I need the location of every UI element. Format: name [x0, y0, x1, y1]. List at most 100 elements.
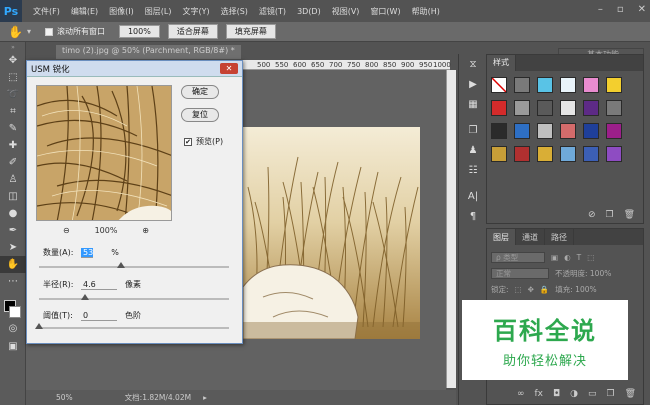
stamp-tool-icon[interactable]: ♙: [0, 171, 26, 188]
pen-tool-icon[interactable]: ✒: [0, 222, 26, 239]
lasso-tool-icon[interactable]: ➰: [0, 86, 26, 103]
menu-layer[interactable]: 图层(L): [145, 6, 172, 17]
style-swatch[interactable]: [583, 123, 599, 139]
reset-button[interactable]: 复位: [181, 108, 219, 122]
link-layers-icon[interactable]: ∞: [517, 389, 525, 399]
layer-mask-icon[interactable]: ◘: [553, 389, 560, 399]
style-swatch[interactable]: [560, 146, 576, 162]
style-swatch[interactable]: [491, 123, 507, 139]
style-swatch[interactable]: [537, 123, 553, 139]
healing-tool-icon[interactable]: ✚: [0, 137, 26, 154]
brush-presets-icon[interactable]: ❐: [459, 120, 487, 140]
style-swatch[interactable]: [583, 77, 599, 93]
fit-screen-button[interactable]: 适合屏幕: [167, 24, 218, 39]
path-select-tool-icon[interactable]: ➤: [0, 239, 26, 256]
document-tab[interactable]: timo (2).jpg @ 50% (Parchment, RGB/8#) *: [56, 45, 241, 59]
clone-source-icon[interactable]: ☷: [459, 160, 487, 180]
menu-3d[interactable]: 3D(D): [297, 7, 321, 16]
delete-layer-icon[interactable]: 🗑: [625, 389, 636, 399]
style-swatch[interactable]: [537, 100, 553, 116]
tab-styles[interactable]: 样式: [487, 55, 516, 71]
status-menu-arrow-icon[interactable]: ▸: [203, 393, 207, 402]
character-icon[interactable]: A|: [459, 186, 487, 206]
fx-icon[interactable]: fx: [535, 389, 544, 399]
eyedropper-tool-icon[interactable]: ✎: [0, 120, 26, 137]
amount-slider[interactable]: [39, 262, 229, 268]
filter-shape-icon[interactable]: ⬚: [587, 253, 594, 262]
tool-preset-chevron-icon[interactable]: ▾: [27, 27, 31, 36]
radius-slider[interactable]: [39, 294, 229, 300]
move-tool-icon[interactable]: ✥: [0, 52, 26, 69]
threshold-input[interactable]: 0: [81, 311, 117, 321]
lock-pixels-icon[interactable]: ⬚: [515, 285, 522, 294]
maximize-icon[interactable]: ▫: [617, 4, 624, 15]
style-swatch[interactable]: [606, 77, 622, 93]
zoom-out-icon[interactable]: ⊖: [63, 226, 70, 235]
menu-help[interactable]: 帮助(H): [412, 6, 440, 17]
style-swatch[interactable]: [560, 77, 576, 93]
hand-tool-icon[interactable]: ✋: [8, 25, 23, 39]
close-icon[interactable]: ✕: [638, 4, 646, 15]
style-swatch[interactable]: [514, 123, 530, 139]
style-swatch[interactable]: [560, 100, 576, 116]
style-swatch[interactable]: [560, 123, 576, 139]
style-swatch[interactable]: [537, 146, 553, 162]
style-swatch[interactable]: [491, 146, 507, 162]
more-tools-icon[interactable]: ⋯: [0, 273, 26, 290]
style-swatch[interactable]: [606, 146, 622, 162]
amount-input[interactable]: 53: [81, 247, 94, 258]
lock-all-icon[interactable]: 🔒: [540, 285, 549, 294]
group-icon[interactable]: ▭: [588, 389, 597, 399]
character-style-icon[interactable]: ♟: [459, 140, 487, 160]
tab-channels[interactable]: 通道: [516, 229, 545, 245]
brush-tool-icon[interactable]: ✐: [0, 154, 26, 171]
style-swatch[interactable]: [606, 123, 622, 139]
menu-edit[interactable]: 编辑(E): [71, 6, 98, 17]
radius-input[interactable]: 4.6: [81, 280, 117, 290]
zoom-100-button[interactable]: 100%: [118, 25, 160, 38]
menu-view[interactable]: 视图(V): [332, 6, 360, 17]
fill-field[interactable]: 填充: 100%: [555, 284, 596, 295]
quick-mask-icon[interactable]: ◎: [0, 320, 26, 337]
menu-image[interactable]: 图像(I): [109, 6, 134, 17]
threshold-slider[interactable]: [35, 323, 229, 329]
threshold-slider-thumb[interactable]: [35, 323, 43, 329]
amount-slider-thumb[interactable]: [116, 262, 125, 268]
tab-paths[interactable]: 路径: [545, 229, 574, 245]
blur-tool-icon[interactable]: ●: [0, 205, 26, 222]
menu-select[interactable]: 选择(S): [221, 6, 248, 17]
background-color-swatch[interactable]: [9, 306, 21, 318]
style-swatch[interactable]: [583, 100, 599, 116]
style-swatch[interactable]: [491, 77, 507, 93]
zoom-in-icon[interactable]: ⊕: [142, 226, 149, 235]
new-style-icon[interactable]: ❐: [605, 210, 613, 220]
menu-type[interactable]: 文字(Y): [182, 6, 209, 17]
history-icon[interactable]: ⧖: [459, 54, 487, 74]
tab-layers[interactable]: 图层: [487, 229, 516, 245]
fill-screen-button[interactable]: 填充屏幕: [225, 24, 276, 39]
style-swatch[interactable]: [514, 77, 530, 93]
new-layer-icon[interactable]: ❐: [607, 389, 615, 399]
actions-play-icon[interactable]: ▶: [459, 74, 487, 94]
style-swatch[interactable]: [514, 100, 530, 116]
style-swatch[interactable]: [537, 77, 553, 93]
layer-kind-select[interactable]: ρ 类型: [491, 251, 545, 263]
filter-adjust-icon[interactable]: ◐: [564, 253, 571, 262]
dialog-close-icon[interactable]: ✕: [220, 63, 238, 74]
minimize-icon[interactable]: –: [598, 4, 603, 15]
marquee-tool-icon[interactable]: ⬚: [0, 69, 26, 86]
ok-button[interactable]: 确定: [181, 85, 219, 99]
style-swatch[interactable]: [491, 100, 507, 116]
paragraph-icon[interactable]: ¶: [459, 206, 487, 226]
blend-mode-select[interactable]: 正常: [491, 267, 549, 279]
style-swatch[interactable]: [514, 146, 530, 162]
delete-style-icon[interactable]: 🗑: [624, 210, 635, 220]
clear-style-icon[interactable]: ⊘: [588, 210, 596, 220]
style-swatch[interactable]: [606, 100, 622, 116]
properties-icon[interactable]: ▦: [459, 94, 487, 114]
eraser-tool-icon[interactable]: ◫: [0, 188, 26, 205]
toolbox-grip-icon[interactable]: »: [0, 42, 26, 52]
crop-tool-icon[interactable]: ⌗: [0, 103, 26, 120]
menu-window[interactable]: 窗口(W): [370, 6, 400, 17]
filter-pixel-icon[interactable]: ▣: [551, 253, 558, 262]
